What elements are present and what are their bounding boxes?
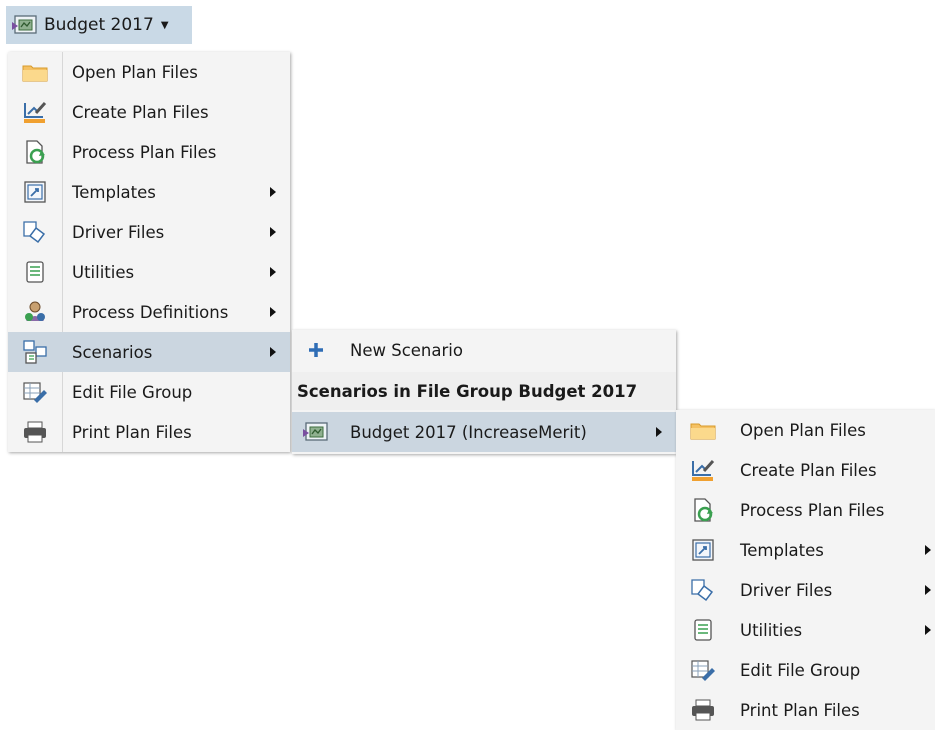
submenu-arrow-icon [656,427,662,437]
submenu-item-create-plan-files[interactable]: Create Plan Files [676,450,935,490]
menu-item-label: Utilities [740,620,803,640]
submenu-item-print-plan-files[interactable]: Print Plan Files [676,690,935,730]
menu-item-label: Templates [72,182,156,202]
file-group-dropdown-button[interactable]: Budget 2017 ▼ [6,6,192,44]
submenu-item-utilities[interactable]: Utilities [676,610,935,650]
scenario-item-budget-2017-increasemerit[interactable]: Budget 2017 (IncreaseMerit) [292,412,676,452]
menu-item-process-plan-files[interactable]: Process Plan Files [8,132,290,172]
scenario-actions-submenu: Open Plan Files Create Plan Files Proces… [676,410,935,730]
edit-file-group-icon [8,372,62,412]
main-menu: Open Plan Files Create Plan Files Proces… [8,52,290,452]
submenu-arrow-icon [270,347,276,357]
submenu-item-process-plan-files[interactable]: Process Plan Files [676,490,935,530]
submenu-arrow-icon [270,227,276,237]
menu-item-label: Scenarios [72,342,153,362]
plus-icon [292,330,340,370]
utilities-icon [8,252,62,292]
folder-icon [676,410,730,450]
menu-item-label: Process Plan Files [740,500,885,520]
menu-item-print-plan-files[interactable]: Print Plan Files [8,412,290,452]
process-plan-icon [8,132,62,172]
utilities-icon [676,610,730,650]
scenarios-submenu: New Scenario Scenarios in File Group Bud… [292,330,676,454]
menu-item-utilities[interactable]: Utilities [8,252,290,292]
scenario-item-label: Budget 2017 (IncreaseMerit) [350,422,587,442]
menu-item-label: Process Definitions [72,302,229,322]
menu-item-label: Print Plan Files [72,422,192,442]
submenu-arrow-icon [270,307,276,317]
submenu-item-driver-files[interactable]: Driver Files [676,570,935,610]
menu-item-label: Edit File Group [740,660,861,680]
menu-item-label: Driver Files [740,580,833,600]
process-definitions-icon [8,292,62,332]
menu-item-label: Open Plan Files [72,62,198,82]
menu-item-label: Create Plan Files [740,460,877,480]
create-plan-icon [8,92,62,132]
driver-files-icon [676,570,730,610]
file-group-label: Budget 2017 [44,15,154,35]
driver-files-icon [8,212,62,252]
chevron-down-icon: ▼ [160,19,169,31]
menu-item-open-plan-files[interactable]: Open Plan Files [8,52,290,92]
edit-file-group-icon [676,650,730,690]
submenu-arrow-icon [925,545,931,555]
submenu-arrow-icon [925,585,931,595]
menu-item-label: Driver Files [72,222,165,242]
menu-item-label: Process Plan Files [72,142,217,162]
menu-item-label: Templates [740,540,824,560]
menu-item-label: Create Plan Files [72,102,209,122]
folder-icon [8,52,62,92]
new-scenario-label: New Scenario [350,340,463,360]
file-group-icon [292,412,340,452]
scenarios-icon [8,332,62,372]
submenu-item-templates[interactable]: Templates [676,530,935,570]
process-plan-icon [676,490,730,530]
submenu-arrow-icon [270,187,276,197]
submenu-arrow-icon [925,625,931,635]
printer-icon [676,690,730,730]
templates-icon [676,530,730,570]
menu-item-edit-file-group[interactable]: Edit File Group [8,372,290,412]
menu-item-label: Edit File Group [72,382,193,402]
menu-item-label: Utilities [72,262,135,282]
scenarios-section-header: Scenarios in File Group Budget 2017 [292,372,676,410]
file-group-icon [12,14,38,36]
menu-item-scenarios[interactable]: Scenarios [8,332,290,372]
submenu-arrow-icon [270,267,276,277]
menu-item-label: Open Plan Files [740,420,866,440]
menu-item-label: Print Plan Files [740,700,860,720]
printer-icon [8,412,62,452]
submenu-item-edit-file-group[interactable]: Edit File Group [676,650,935,690]
new-scenario-item[interactable]: New Scenario [292,330,676,370]
templates-icon [8,172,62,212]
submenu-item-open-plan-files[interactable]: Open Plan Files [676,410,935,450]
menu-item-process-definitions[interactable]: Process Definitions [8,292,290,332]
menu-item-create-plan-files[interactable]: Create Plan Files [8,92,290,132]
menu-item-templates[interactable]: Templates [8,172,290,212]
menu-item-driver-files[interactable]: Driver Files [8,212,290,252]
create-plan-icon [676,450,730,490]
